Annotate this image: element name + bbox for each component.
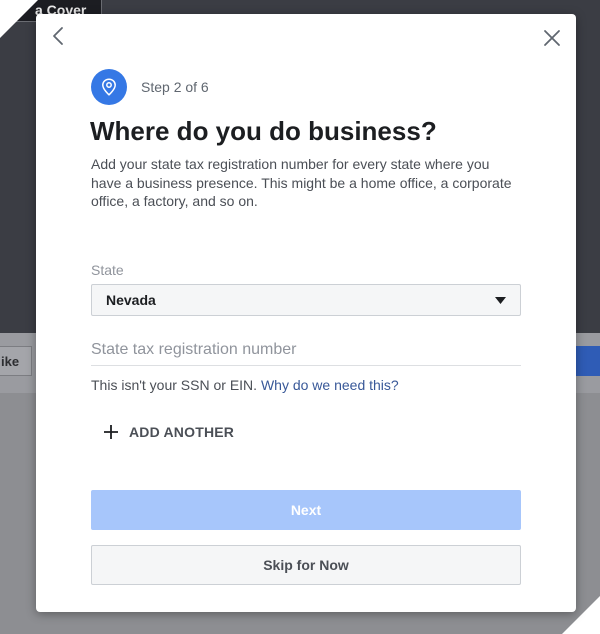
background-like-button: ike: [0, 346, 32, 376]
step-text: Step 2 of 6: [141, 79, 209, 95]
plus-icon: [104, 425, 118, 439]
state-selected-value: Nevada: [106, 292, 156, 308]
location-pin-icon: [91, 69, 127, 105]
hint-text: This isn't your SSN or EIN.: [91, 377, 258, 393]
skip-for-now-button[interactable]: Skip for Now: [91, 545, 521, 585]
step-indicator: Step 2 of 6: [91, 69, 209, 105]
background-blue-button: [576, 346, 600, 376]
add-another-label: ADD ANOTHER: [129, 424, 235, 440]
state-tax-registration-input[interactable]: [91, 334, 521, 366]
page-corner-fold: [0, 0, 38, 38]
dialog-title: Where do you do business?: [90, 116, 437, 146]
dialog-description: Add your state tax registration number f…: [91, 156, 512, 209]
add-another-button[interactable]: ADD ANOTHER: [104, 422, 234, 442]
chevron-left-icon[interactable]: [50, 26, 66, 46]
why-needed-link[interactable]: Why do we need this?: [261, 377, 399, 393]
close-icon[interactable]: [543, 29, 561, 47]
state-label: State: [91, 262, 124, 278]
state-dropdown[interactable]: Nevada: [91, 284, 521, 316]
caret-down-icon: [495, 297, 506, 304]
next-button[interactable]: Next: [91, 490, 521, 530]
business-location-dialog: Step 2 of 6 Where do you do business? Ad…: [36, 14, 576, 612]
tax-number-hint: This isn't your SSN or EIN. Why do we ne…: [91, 377, 399, 393]
